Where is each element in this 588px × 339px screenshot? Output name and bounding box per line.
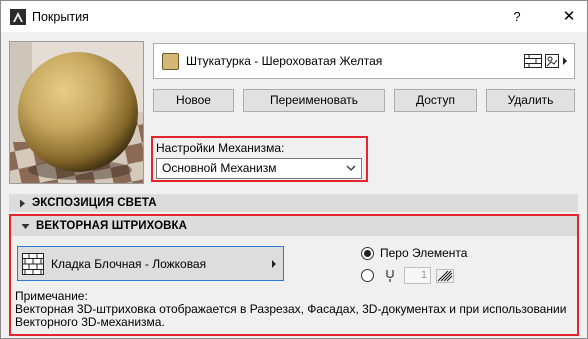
engine-settings-label: Настройки Механизма: bbox=[156, 141, 285, 155]
pen-element-option[interactable]: Перо Элемента bbox=[361, 246, 467, 260]
close-button[interactable]: ✕ bbox=[559, 7, 579, 27]
engine-selected-value: Основной Механизм bbox=[162, 161, 277, 175]
section-vector-hatching: ВЕКТОРНАЯ ШТРИХОВКА Кладка Блочная - Лож… bbox=[9, 214, 579, 336]
texture-icon bbox=[545, 54, 559, 68]
engine-dropdown[interactable]: Основной Механизм bbox=[156, 158, 362, 179]
delete-button[interactable]: Удалить bbox=[486, 89, 575, 112]
hatch-pattern-selector[interactable]: Кладка Блочная - Ложковая bbox=[17, 246, 284, 281]
section-light-title: ЭКСПОЗИЦИЯ СВЕТА bbox=[32, 197, 157, 209]
sphere-preview-image bbox=[10, 42, 143, 183]
brick-pattern-icon bbox=[22, 252, 44, 275]
title-bar: Покрытия ? ✕ bbox=[1, 1, 587, 32]
new-button[interactable]: Новое bbox=[153, 89, 234, 112]
pen-element-label: Перо Элемента bbox=[380, 246, 468, 260]
surface-selector[interactable]: Штукатурка - Шероховатая Желтая bbox=[153, 43, 575, 79]
section-vector-header[interactable]: ВЕКТОРНАЯ ШТРИХОВКА bbox=[11, 216, 577, 236]
surfaces-dialog: Покрытия ? ✕ Штукатурка - Шероховатая Же… bbox=[0, 0, 588, 339]
expand-triangle-icon bbox=[20, 199, 25, 207]
collapse-triangle-icon bbox=[21, 223, 30, 229]
fill-pattern-icon bbox=[524, 54, 542, 68]
pen-color-swatch-icon[interactable] bbox=[436, 268, 454, 283]
hatching-note: Примечание: Векторная 3D-штриховка отобр… bbox=[15, 290, 571, 329]
surface-icons bbox=[524, 54, 568, 68]
section-vector-title: ВЕКТОРНАЯ ШТРИХОВКА bbox=[36, 220, 188, 232]
action-buttons: Новое Переименовать Доступ Удалить bbox=[153, 89, 575, 112]
chevron-down-icon bbox=[346, 165, 356, 171]
surface-name: Штукатурка - Шероховатая Желтая bbox=[186, 54, 383, 68]
pen-number-input[interactable]: 1 bbox=[404, 267, 431, 284]
access-button[interactable]: Доступ bbox=[394, 89, 477, 112]
note-text: Векторная 3D-штриховка отображается в Ра… bbox=[15, 302, 567, 329]
section-light-exposure[interactable]: ЭКСПОЗИЦИЯ СВЕТА bbox=[9, 194, 578, 212]
pen-element-radio[interactable] bbox=[361, 246, 374, 260]
window-title: Покрытия bbox=[32, 9, 89, 24]
expand-arrow-icon[interactable] bbox=[562, 56, 568, 66]
custom-pen-option: 1 bbox=[361, 267, 454, 284]
pen-icon bbox=[386, 269, 394, 282]
archicad-logo-icon bbox=[10, 8, 26, 25]
hatch-pattern-name: Кладка Блочная - Ложковая bbox=[51, 256, 207, 271]
engine-settings-highlight: Настройки Механизма: Основной Механизм bbox=[151, 136, 368, 182]
material-preview bbox=[9, 41, 144, 184]
custom-pen-radio[interactable] bbox=[361, 269, 374, 282]
rename-button[interactable]: Переименовать bbox=[243, 89, 385, 112]
expand-arrow-icon bbox=[272, 260, 276, 268]
help-button[interactable]: ? bbox=[507, 7, 527, 27]
surface-color-swatch bbox=[162, 52, 179, 70]
